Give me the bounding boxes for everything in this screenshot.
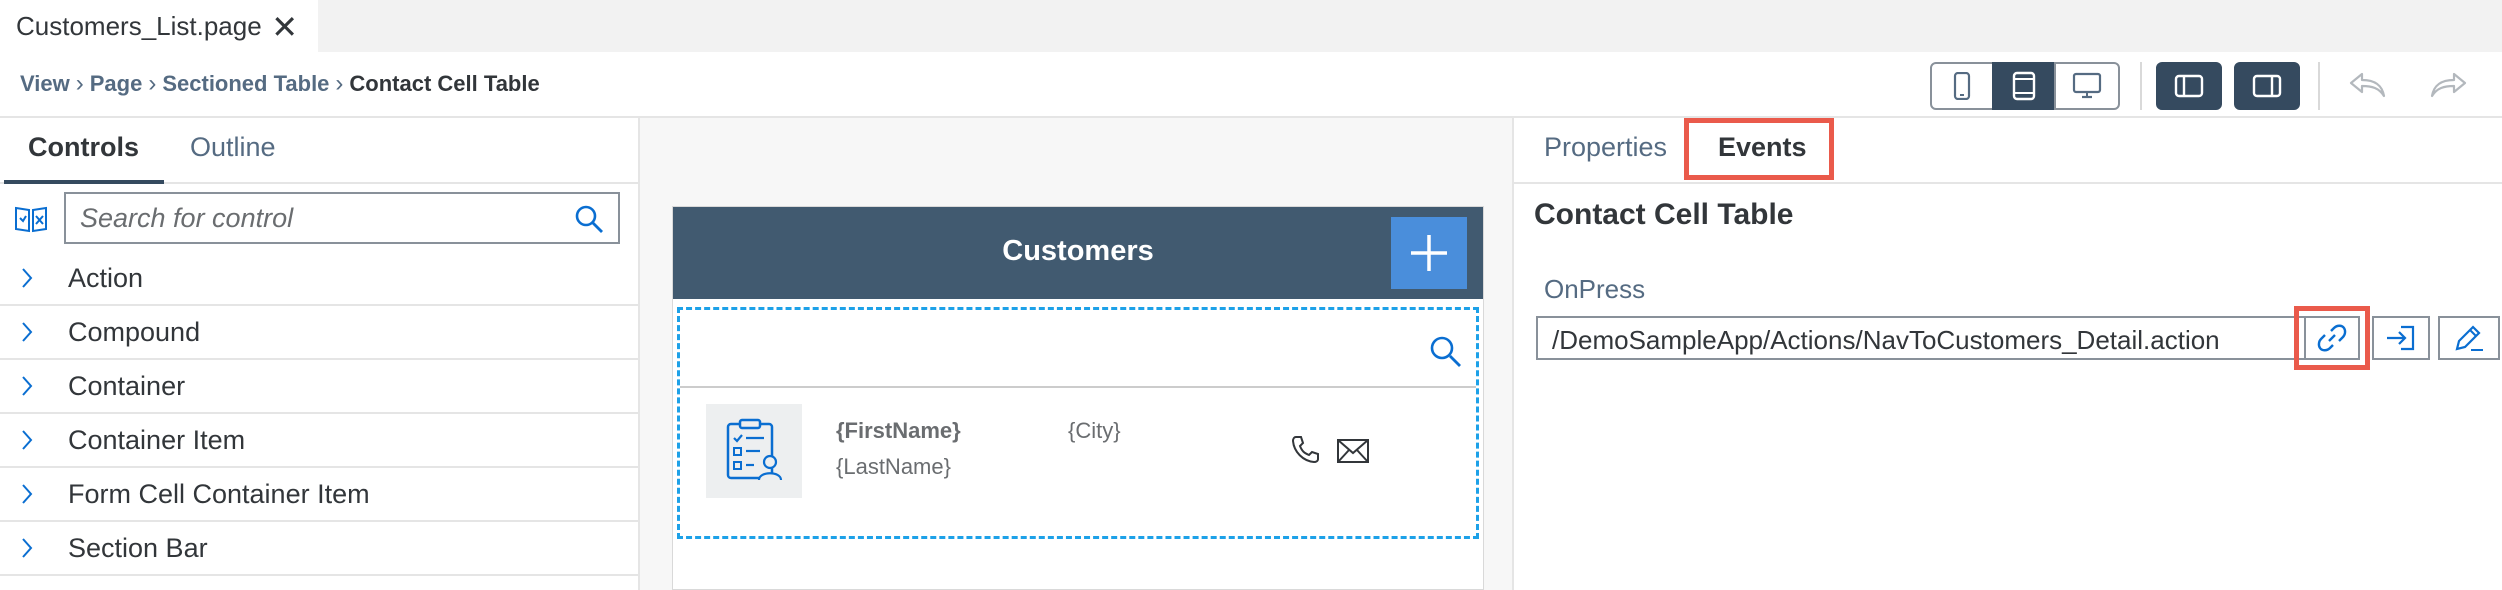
control-item-label: Section Bar	[68, 532, 208, 563]
left-panel-toggle-icon	[2174, 74, 2204, 98]
breadcrumb-item-view[interactable]: View	[20, 71, 70, 97]
contact-cell[interactable]: {FirstName} {LastName} {City}	[680, 390, 1476, 536]
toggle-right-panel-button[interactable]	[2234, 62, 2300, 110]
phone-preview-icon	[1953, 72, 1971, 100]
document-tab-strip: Customers_List.page ✕	[0, 0, 2502, 52]
document-tab[interactable]: Customers_List.page ✕	[0, 0, 318, 52]
control-search-input[interactable]	[80, 200, 550, 236]
contact-city: {City}	[1068, 418, 1121, 443]
tablet-preview-button[interactable]	[1992, 62, 2056, 110]
control-item-label: Container Item	[68, 424, 246, 455]
chevron-right-icon[interactable]	[20, 536, 34, 560]
control-item-compound[interactable]: Compound	[0, 306, 640, 360]
onpress-value: /DemoSampleApp/Actions/NavToCustomers_De…	[1552, 325, 2220, 355]
document-tab-title: Customers_List.page	[16, 10, 262, 41]
contact-last-name: {LastName}	[836, 454, 951, 479]
breadcrumb-item-page[interactable]: Page	[90, 71, 143, 97]
customer-checklist-icon	[726, 418, 783, 481]
design-canvas: Customers {FirstName} {LastName} {City}	[640, 118, 1514, 590]
properties-panel: Properties Events Contact Cell Table OnP…	[1514, 118, 2502, 590]
create-action-button[interactable]	[2438, 316, 2500, 360]
control-item-container[interactable]: Container	[0, 360, 640, 414]
chevron-right-icon[interactable]	[20, 374, 34, 398]
tablet-preview-icon	[2012, 71, 2036, 101]
breadcrumb-item-sectioned-table[interactable]: Sectioned Table	[162, 71, 329, 97]
control-item-label: Action	[68, 262, 144, 293]
redo-icon	[2430, 72, 2467, 98]
tab-properties[interactable]: Properties	[1544, 132, 1667, 163]
chevron-right-icon[interactable]	[20, 428, 34, 452]
phone-preview-button[interactable]	[1930, 62, 1994, 110]
control-search-row	[0, 184, 640, 260]
onpress-field[interactable]: /DemoSampleApp/Actions/NavToCustomers_De…	[1536, 316, 2316, 360]
undo-button[interactable]	[2348, 70, 2388, 105]
toolbar-divider	[2318, 62, 2320, 110]
breadcrumb-separator-icon: ›	[335, 70, 344, 97]
add-button[interactable]	[1391, 217, 1467, 289]
desktop-preview-button[interactable]	[2054, 62, 2120, 110]
edit-icon	[2455, 325, 2483, 351]
right-panel-tabs: Properties Events	[1514, 118, 2502, 184]
tab-controls[interactable]: Controls	[28, 132, 139, 163]
contact-cell-table[interactable]: {FirstName} {LastName} {City}	[677, 307, 1479, 539]
breadcrumb-separator-icon: ›	[148, 70, 157, 97]
onpress-label: OnPress	[1544, 274, 1646, 304]
control-list: Action Compound Container Container Item…	[0, 252, 640, 576]
phone-icon[interactable]	[1290, 434, 1320, 464]
controls-panel: Controls Outline Action Compound Contain…	[0, 118, 640, 590]
control-item-label: Container	[68, 370, 186, 401]
action-bar: Customers	[673, 207, 1483, 299]
email-icon[interactable]	[1336, 438, 1370, 464]
page-preview: Customers {FirstName} {LastName} {City}	[672, 206, 1484, 590]
desktop-preview-icon	[2072, 72, 2102, 99]
control-item-section-bar[interactable]: Section Bar	[0, 522, 640, 576]
toggle-left-panel-button[interactable]	[2156, 62, 2222, 110]
left-panel-tabs: Controls Outline	[0, 118, 640, 184]
breadcrumb: View › Page › Sectioned Table › Contact …	[20, 70, 540, 98]
control-library-icon[interactable]	[14, 204, 48, 234]
link-button-highlight	[2294, 306, 2370, 370]
search-icon[interactable]	[1428, 334, 1462, 368]
breadcrumb-separator-icon: ›	[75, 70, 84, 97]
control-item-label: Form Cell Container Item	[68, 478, 370, 509]
plus-icon	[1411, 235, 1447, 271]
events-tab-highlight	[1684, 118, 1834, 180]
breadcrumb-toolbar: View › Page › Sectioned Table › Contact …	[0, 52, 2502, 118]
chevron-right-icon[interactable]	[20, 482, 34, 506]
control-item-container-item[interactable]: Container Item	[0, 414, 640, 468]
page-title: Customers	[1002, 235, 1154, 267]
open-action-button[interactable]	[2372, 316, 2430, 360]
toolbar-divider	[2140, 62, 2142, 110]
navigate-to-icon	[2387, 325, 2415, 351]
selected-control-title: Contact Cell Table	[1534, 198, 1794, 231]
table-search-bar[interactable]	[680, 310, 1476, 388]
tab-outline[interactable]: Outline	[190, 132, 276, 163]
undo-icon	[2349, 72, 2386, 98]
contact-avatar	[706, 404, 802, 498]
contact-first-name: {FirstName}	[836, 418, 961, 443]
control-item-label: Compound	[68, 316, 201, 347]
control-item-action[interactable]: Action	[0, 252, 640, 306]
redo-button[interactable]	[2428, 70, 2468, 105]
chevron-right-icon[interactable]	[20, 320, 34, 344]
breadcrumb-item-contact-cell-table: Contact Cell Table	[349, 71, 540, 96]
close-tab-icon[interactable]: ✕	[271, 8, 298, 46]
control-item-form-cell-container-item[interactable]: Form Cell Container Item	[0, 468, 640, 522]
chevron-right-icon[interactable]	[20, 266, 34, 290]
search-icon[interactable]	[574, 204, 604, 234]
right-panel-toggle-icon	[2252, 74, 2282, 98]
control-search-box	[64, 192, 620, 244]
